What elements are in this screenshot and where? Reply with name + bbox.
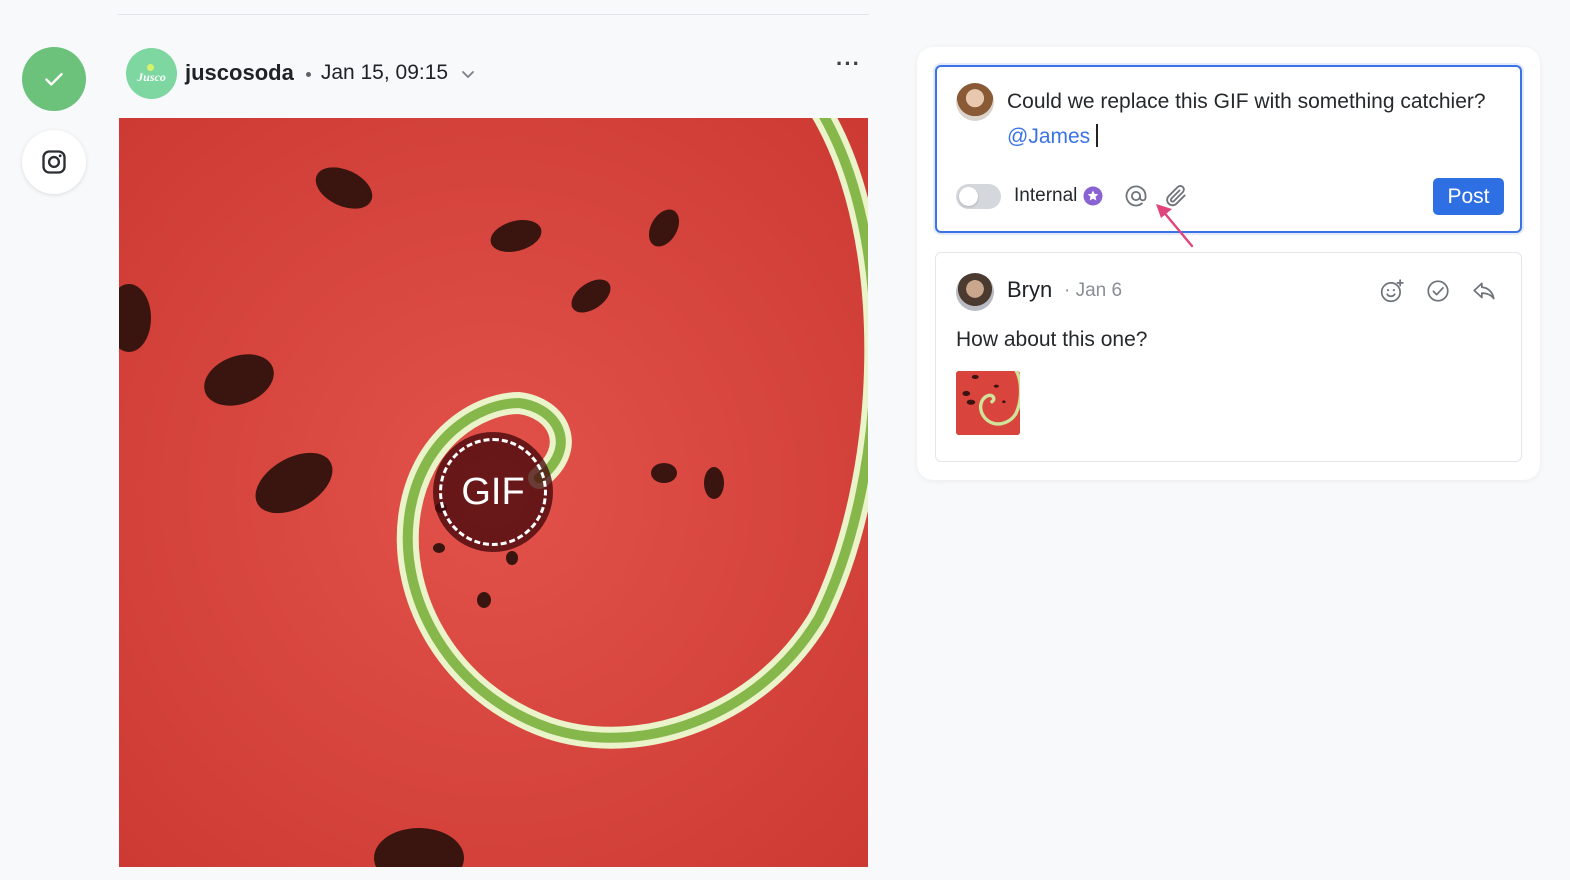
- comment-attachment-thumbnail[interactable]: [956, 371, 1020, 435]
- instagram-channel-button[interactable]: [22, 130, 86, 194]
- comments-panel: Could we replace this GIF with something…: [917, 47, 1540, 480]
- separator-dot: [305, 71, 311, 77]
- post-header: Jusco juscosoda Jan 15, 09:15 ···: [126, 47, 869, 99]
- comment-item: Bryn · Jan 6 How about this one?: [935, 252, 1522, 462]
- gif-label: GIF: [461, 470, 525, 513]
- add-reaction-icon[interactable]: [1379, 278, 1405, 304]
- text-caret: [1096, 124, 1099, 147]
- comment-composer[interactable]: Could we replace this GIF with something…: [935, 65, 1522, 233]
- post-date: Jan 15, 09:15: [320, 61, 449, 84]
- annotation-arrow: [1156, 204, 1194, 248]
- internal-toggle[interactable]: [956, 183, 1001, 209]
- reply-icon[interactable]: [1471, 278, 1497, 304]
- top-divider: [118, 14, 869, 15]
- comment-actions: [1379, 278, 1497, 304]
- gif-badge[interactable]: GIF: [433, 432, 553, 552]
- more-options-button[interactable]: ···: [836, 51, 861, 77]
- star-badge-icon: [1083, 186, 1103, 206]
- mention-tag[interactable]: @James: [1007, 125, 1090, 148]
- post-button[interactable]: Post: [1433, 178, 1504, 215]
- internal-label: Internal: [1014, 185, 1078, 206]
- check-icon: [45, 72, 63, 86]
- account-name[interactable]: juscosoda: [185, 60, 294, 86]
- resolve-check-icon[interactable]: [1425, 278, 1451, 304]
- comment-date: · Jan 6: [1064, 280, 1123, 301]
- comment-text: How about this one?: [956, 328, 1148, 351]
- instagram-icon: [42, 150, 66, 174]
- composer-toolbar: Internal Post: [956, 178, 1504, 215]
- comment-input[interactable]: Could we replace this GIF with something…: [1007, 84, 1487, 154]
- brand-logo-text: Jusco: [137, 69, 166, 84]
- approve-button[interactable]: [22, 47, 86, 111]
- brand-avatar[interactable]: Jusco: [126, 47, 177, 99]
- comment-author: Bryn: [1007, 277, 1053, 302]
- mention-icon[interactable]: [1123, 183, 1149, 209]
- watermelon-thumbnail-image: [956, 371, 1020, 435]
- chevron-down-icon[interactable]: [460, 66, 476, 82]
- comment-author-avatar: [956, 273, 994, 311]
- post-media[interactable]: GIF: [119, 118, 868, 867]
- current-user-avatar: [956, 83, 994, 121]
